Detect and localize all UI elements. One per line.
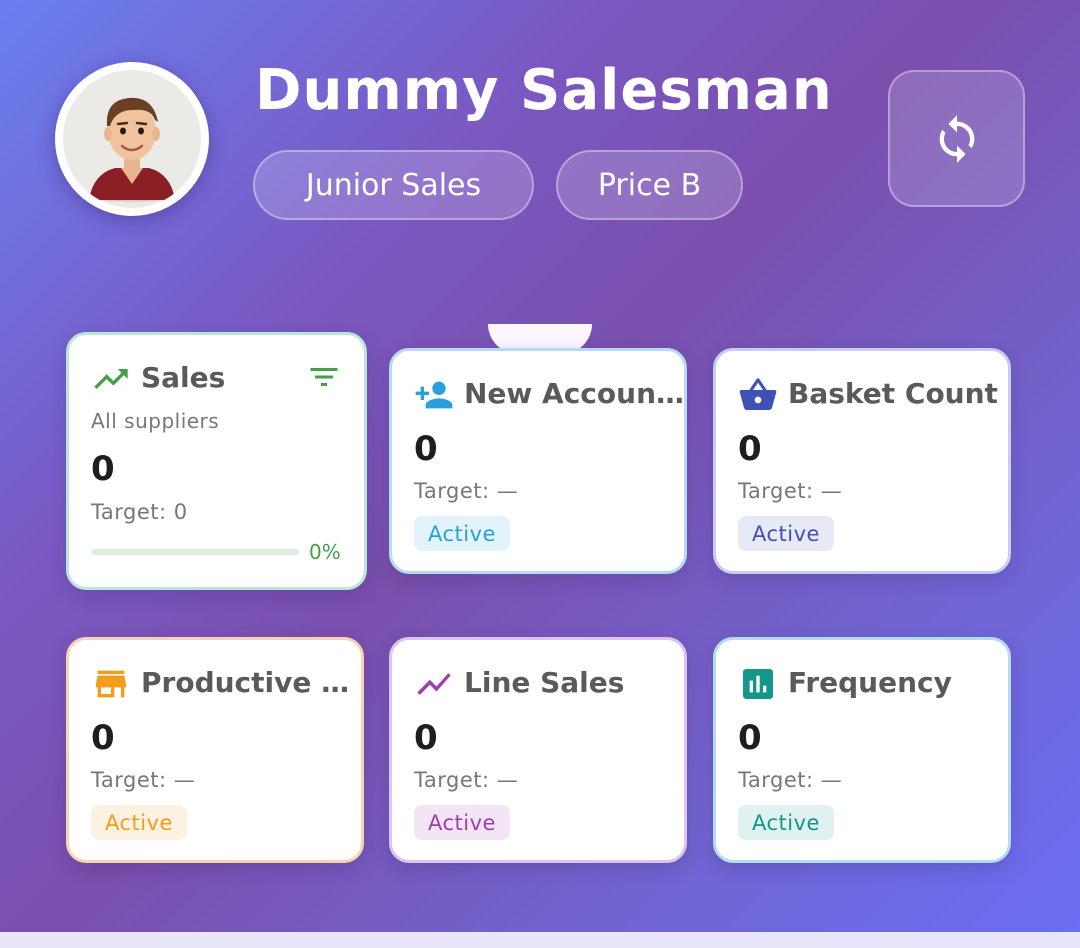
productive-target: Target: — <box>91 768 196 792</box>
line-sales-target: Target: — <box>414 768 519 792</box>
basket-icon <box>739 378 777 410</box>
trending-up-icon <box>94 369 128 389</box>
sales-subtitle: All suppliers <box>91 409 220 433</box>
line-sales-title: Line Sales <box>464 666 625 699</box>
sales-progress-bar <box>91 549 299 555</box>
price-group-badge: Price B <box>556 150 743 220</box>
basket-count-card[interactable]: Basket Count 0 Target: — Active <box>713 348 1011 574</box>
bar-chart-icon <box>743 669 773 699</box>
basket-count-value: 0 <box>738 429 762 469</box>
new-accounts-value: 0 <box>414 429 438 469</box>
frequency-title: Frequency <box>788 666 952 699</box>
basket-count-target: Target: — <box>738 479 843 503</box>
frequency-target: Target: — <box>738 768 843 792</box>
productive-status-badge: Active <box>91 805 187 840</box>
new-accounts-target: Target: — <box>414 479 519 503</box>
productive-value: 0 <box>91 718 115 758</box>
avatar[interactable] <box>55 62 209 216</box>
new-accounts-status-badge: Active <box>414 516 510 551</box>
frequency-card[interactable]: Frequency 0 Target: — Active <box>713 637 1011 863</box>
new-accounts-title: New Accoun… <box>464 377 685 410</box>
filter-icon[interactable] <box>306 359 342 395</box>
sales-value: 0 <box>91 449 115 489</box>
role-badge: Junior Sales <box>253 150 534 220</box>
refresh-icon <box>939 114 974 163</box>
sales-card[interactable]: Sales All suppliers 0 Target: 0 0% <box>66 332 367 590</box>
basket-count-status-badge: Active <box>738 516 834 551</box>
salesman-name: Dummy Salesman <box>255 58 833 123</box>
bottom-panel-edge <box>0 932 1080 948</box>
line-sales-value: 0 <box>414 718 438 758</box>
refresh-button[interactable] <box>888 70 1025 207</box>
avatar-image <box>63 70 201 208</box>
person-add-icon <box>415 381 453 409</box>
basket-count-title: Basket Count <box>788 377 998 410</box>
line-sales-status-badge: Active <box>414 805 510 840</box>
productive-title: Productive … <box>141 666 350 699</box>
sales-progress-label: 0% <box>309 540 341 564</box>
trend-line-icon <box>417 673 451 695</box>
store-icon <box>96 670 126 698</box>
sales-title: Sales <box>141 361 226 394</box>
sales-target: Target: 0 <box>91 500 188 524</box>
line-sales-card[interactable]: Line Sales 0 Target: — Active <box>389 637 687 863</box>
frequency-value: 0 <box>738 718 762 758</box>
productive-card[interactable]: Productive … 0 Target: — Active <box>66 637 364 863</box>
frequency-status-badge: Active <box>738 805 834 840</box>
new-accounts-card[interactable]: New Accoun… 0 Target: — Active <box>389 348 687 574</box>
